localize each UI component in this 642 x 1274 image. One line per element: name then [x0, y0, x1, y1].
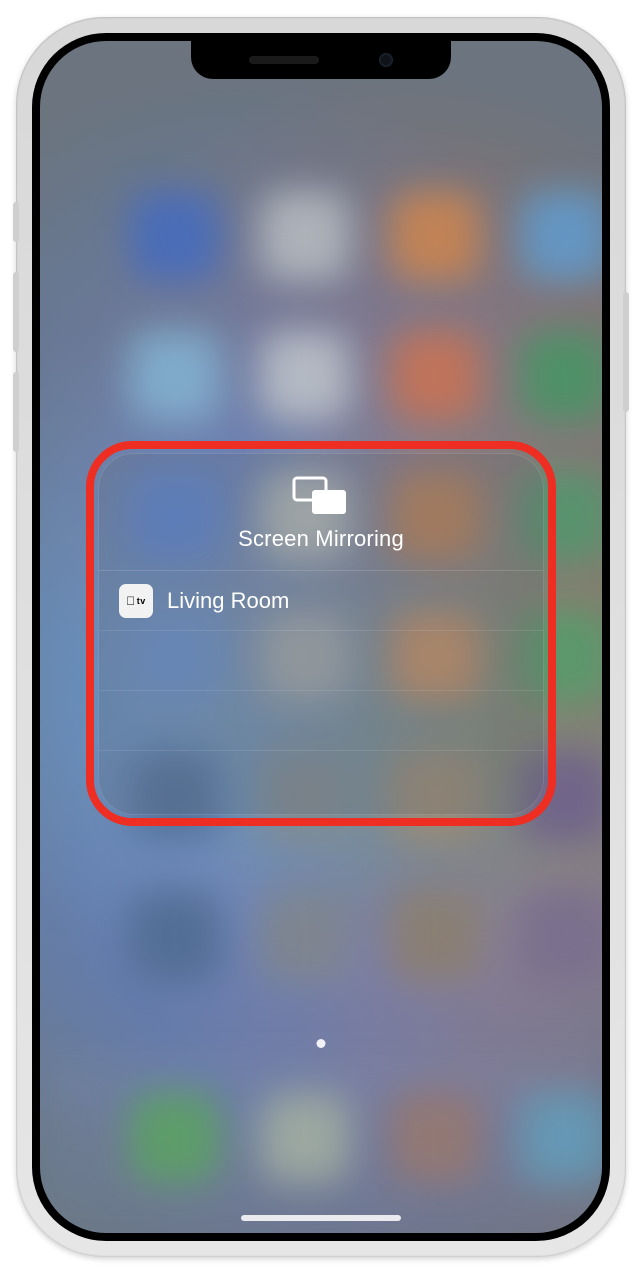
device-row-empty — [99, 690, 543, 750]
screen[interactable]: Screen Mirroring tv Living Room — [40, 41, 602, 1233]
home-indicator[interactable] — [241, 1215, 401, 1221]
device-row-empty — [99, 630, 543, 690]
device-name: Living Room — [167, 588, 289, 614]
device-row-empty — [99, 750, 543, 810]
power-button — [623, 292, 629, 412]
notch — [191, 41, 451, 79]
page-indicator-dot — [317, 1039, 326, 1048]
panel-title: Screen Mirroring — [238, 526, 404, 552]
speaker-grille — [249, 56, 319, 64]
volume-up-button — [13, 272, 19, 352]
screen-mirroring-icon — [292, 476, 350, 516]
front-camera — [379, 53, 393, 67]
volume-down-button — [13, 372, 19, 452]
apple-tv-icon: tv — [119, 584, 153, 618]
phone-frame: Screen Mirroring tv Living Room — [16, 17, 626, 1257]
phone-bezel: Screen Mirroring tv Living Room — [32, 33, 610, 1241]
mute-switch — [13, 202, 19, 242]
device-row-living-room[interactable]: tv Living Room — [99, 570, 543, 630]
screen-mirroring-panel: Screen Mirroring tv Living Room — [98, 453, 544, 815]
